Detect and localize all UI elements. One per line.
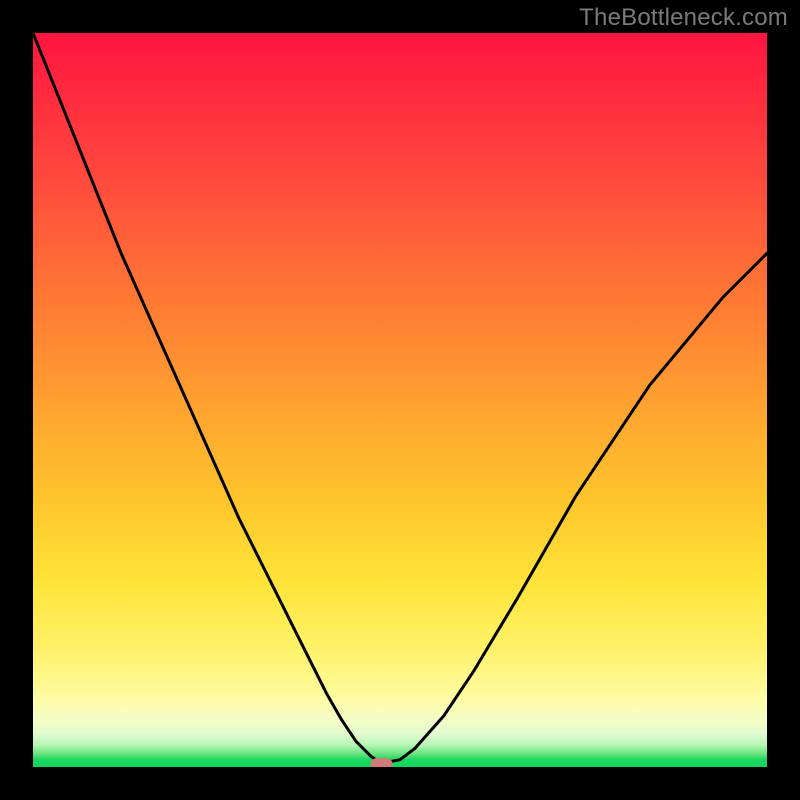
chart-frame: TheBottleneck.com <box>0 0 800 800</box>
watermark-text: TheBottleneck.com <box>579 4 788 32</box>
optimal-point-marker <box>371 758 393 767</box>
plot-area <box>33 33 767 767</box>
plot-svg <box>33 33 767 767</box>
bottleneck-curve <box>33 33 767 763</box>
